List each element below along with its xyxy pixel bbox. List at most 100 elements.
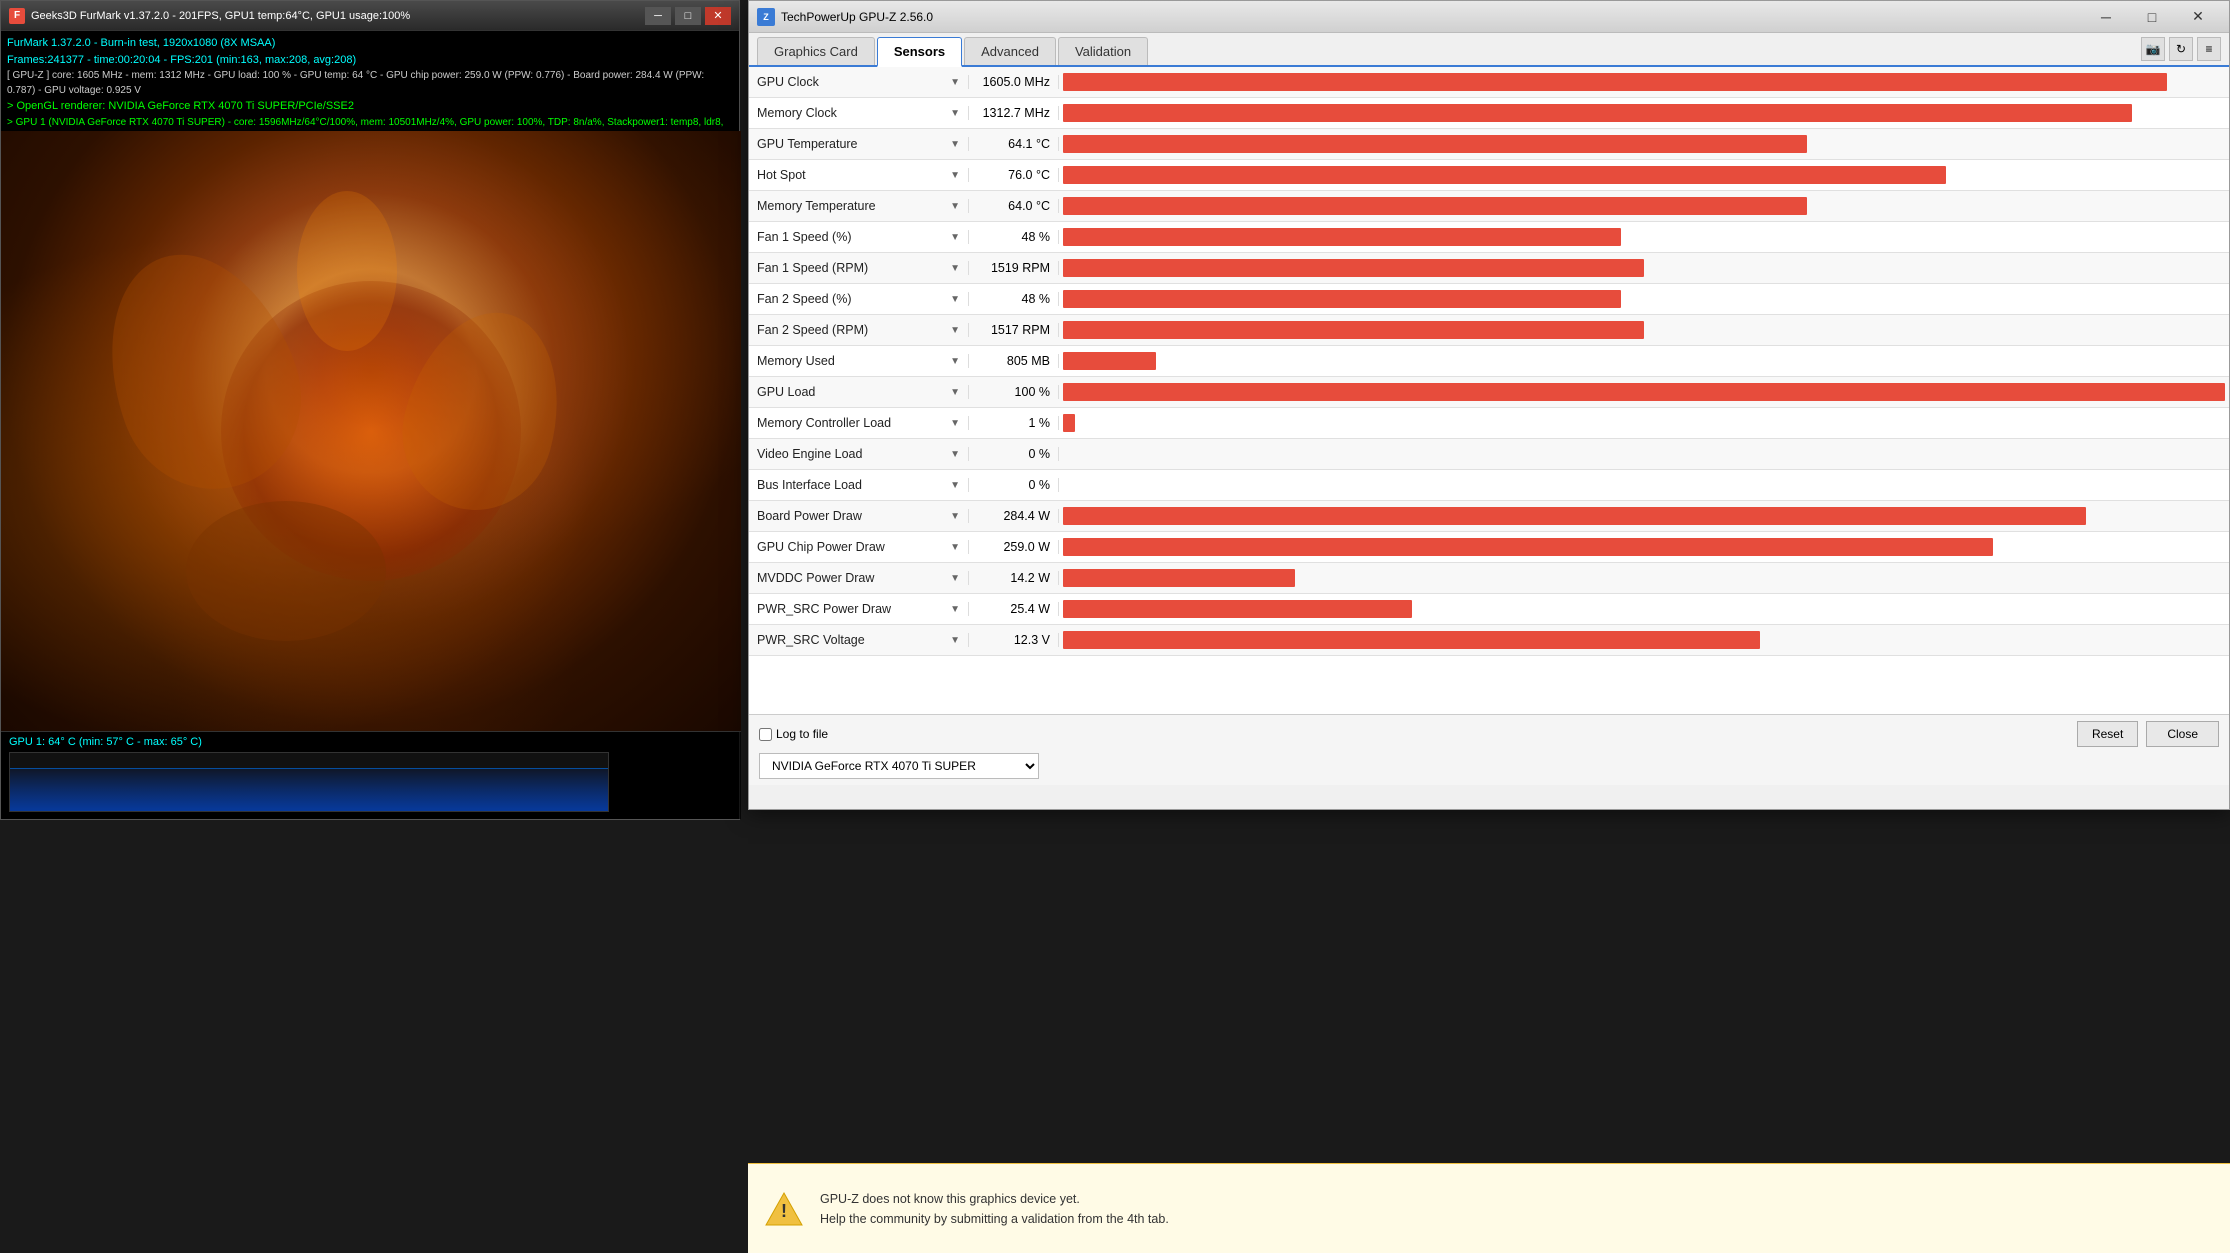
sensor-label: Fan 1 Speed (%)	[757, 230, 852, 244]
sensor-bar-container	[1059, 197, 2229, 215]
sensor-value-cell: 14.2 W	[969, 571, 1059, 585]
sensor-name-cell: Video Engine Load▼	[749, 447, 969, 461]
sensor-value-cell: 64.1 °C	[969, 137, 1059, 151]
sensor-bar	[1063, 383, 2225, 401]
tab-validation[interactable]: Validation	[1058, 37, 1148, 65]
furmark-close-btn[interactable]: ✕	[705, 7, 731, 25]
sensor-dropdown-arrow[interactable]: ▼	[950, 387, 960, 398]
log-checkbox-input[interactable]	[759, 728, 772, 741]
sensor-dropdown-arrow[interactable]: ▼	[950, 263, 960, 274]
sensor-dropdown-arrow[interactable]: ▼	[950, 325, 960, 336]
furmark-maximize-btn[interactable]: □	[675, 7, 701, 25]
sensor-dropdown-arrow[interactable]: ▼	[950, 139, 960, 150]
furmark-titlebar: F Geeks3D FurMark v1.37.2.0 - 201FPS, GP…	[1, 1, 739, 31]
sensor-value-cell: 100 %	[969, 385, 1059, 399]
sensor-bar	[1063, 166, 1946, 184]
sensor-name-cell: Fan 1 Speed (RPM) ▼	[749, 261, 969, 275]
gpu-selector[interactable]: NVIDIA GeForce RTX 4070 Ti SUPER	[759, 753, 1039, 779]
sensor-label: Memory Temperature	[757, 199, 876, 213]
sensor-label: Fan 2 Speed (RPM)	[757, 323, 868, 337]
sensor-dropdown-arrow[interactable]: ▼	[950, 604, 960, 615]
tab-sensors[interactable]: Sensors	[877, 37, 962, 67]
sensor-value-cell: 12.3 V	[969, 633, 1059, 647]
sensor-bar	[1063, 414, 1075, 432]
table-row: Memory Controller Load▼1 %	[749, 408, 2229, 439]
sensor-label: GPU Clock	[757, 75, 819, 89]
sensor-name-cell: Fan 2 Speed (%) ▼	[749, 292, 969, 306]
sensor-dropdown-arrow[interactable]: ▼	[950, 170, 960, 181]
sensor-bar	[1063, 197, 1807, 215]
sensor-label: Fan 2 Speed (%)	[757, 292, 852, 306]
furmark-line-2: Frames:241377 - time:00:20:04 - FPS:201 …	[7, 52, 733, 69]
sensor-name-cell: Bus Interface Load▼	[749, 478, 969, 492]
furmark-line-4: > OpenGL renderer: NVIDIA GeForce RTX 40…	[7, 98, 733, 115]
sensor-bar-container	[1059, 414, 2229, 432]
table-row: GPU Chip Power Draw▼259.0 W	[749, 532, 2229, 563]
sensor-dropdown-arrow[interactable]: ▼	[950, 108, 960, 119]
reset-button[interactable]: Reset	[2077, 721, 2138, 747]
gpuz-tab-bar: Graphics Card Sensors Advanced Validatio…	[749, 33, 2229, 67]
sensor-label: GPU Load	[757, 385, 815, 399]
sensor-name-cell: Memory Used ▼	[749, 354, 969, 368]
sensor-dropdown-arrow[interactable]: ▼	[950, 201, 960, 212]
sensor-label: Hot Spot	[757, 168, 806, 182]
sensor-bar	[1063, 321, 1644, 339]
sensor-dropdown-arrow[interactable]: ▼	[950, 418, 960, 429]
sensor-dropdown-arrow[interactable]: ▼	[950, 480, 960, 491]
temp-graph	[9, 752, 609, 812]
sensor-name-cell: PWR_SRC Power Draw ▼	[749, 602, 969, 616]
sensor-bar	[1063, 290, 1621, 308]
sensor-dropdown-arrow[interactable]: ▼	[950, 356, 960, 367]
sensor-name-cell: GPU Chip Power Draw▼	[749, 540, 969, 554]
sensor-bar-container	[1059, 352, 2229, 370]
table-row: Video Engine Load▼0 %	[749, 439, 2229, 470]
gpuz-close-btn[interactable]: ✕	[2175, 1, 2221, 33]
sensor-label: GPU Temperature	[757, 137, 858, 151]
camera-icon-btn[interactable]: 📷	[2141, 37, 2165, 61]
sensor-value-cell: 48 %	[969, 292, 1059, 306]
sensor-name-cell: Fan 1 Speed (%) ▼	[749, 230, 969, 244]
furmark-minimize-btn[interactable]: ─	[645, 7, 671, 25]
sensor-label: MVDDC Power Draw	[757, 571, 874, 585]
sensor-dropdown-arrow[interactable]: ▼	[950, 449, 960, 460]
gpuz-minimize-btn[interactable]: ─	[2083, 1, 2129, 33]
close-button[interactable]: Close	[2146, 721, 2219, 747]
sensor-label: Fan 1 Speed (RPM)	[757, 261, 868, 275]
table-row: Memory Temperature ▼ 64.0 °C	[749, 191, 2229, 222]
tab-advanced[interactable]: Advanced	[964, 37, 1056, 65]
sensor-dropdown-arrow[interactable]: ▼	[950, 542, 960, 553]
gpu-temp-bar: GPU 1: 64° C (min: 57° C - max: 65° C)	[1, 731, 741, 819]
sensor-value-cell: 1 %	[969, 416, 1059, 430]
sensor-dropdown-arrow[interactable]: ▼	[950, 511, 960, 522]
sensor-value-cell: 284.4 W	[969, 509, 1059, 523]
table-row: Fan 1 Speed (RPM)▼1519 RPM	[749, 253, 2229, 284]
warning-box: ! GPU-Z does not know this graphics devi…	[748, 1163, 2230, 1253]
sensor-bar-container	[1059, 600, 2229, 618]
sensor-value-cell: 259.0 W	[969, 540, 1059, 554]
sensor-name-cell: Hot Spot ▼	[749, 168, 969, 182]
tab-graphics-card[interactable]: Graphics Card	[757, 37, 875, 65]
sensor-dropdown-arrow[interactable]: ▼	[950, 232, 960, 243]
sensor-value-cell: 64.0 °C	[969, 199, 1059, 213]
sensor-bar-container	[1059, 259, 2229, 277]
gpuz-maximize-btn[interactable]: □	[2129, 1, 2175, 33]
sensor-value-cell: 48 %	[969, 230, 1059, 244]
sensor-label: PWR_SRC Power Draw	[757, 602, 891, 616]
sensor-label: Board Power Draw	[757, 509, 862, 523]
refresh-icon-btn[interactable]: ↻	[2169, 37, 2193, 61]
menu-icon-btn[interactable]: ≡	[2197, 37, 2221, 61]
sensors-table: GPU Clock▼1605.0 MHzMemory Clock▼1312.7 …	[749, 67, 2229, 714]
sensor-bar	[1063, 631, 1760, 649]
sensor-name-cell: GPU Load ▼	[749, 385, 969, 399]
sensor-bar	[1063, 507, 2086, 525]
sensor-name-cell: GPU Clock ▼	[749, 75, 969, 89]
table-row: GPU Clock▼1605.0 MHz	[749, 67, 2229, 98]
sensor-dropdown-arrow[interactable]: ▼	[950, 635, 960, 646]
sensor-dropdown-arrow[interactable]: ▼	[950, 294, 960, 305]
sensor-label: Memory Used	[757, 354, 835, 368]
log-to-file-checkbox[interactable]: Log to file	[759, 727, 828, 741]
sensor-bar	[1063, 73, 2167, 91]
sensor-bar	[1063, 104, 2132, 122]
sensor-dropdown-arrow[interactable]: ▼	[950, 573, 960, 584]
sensor-dropdown-arrow[interactable]: ▼	[950, 77, 960, 88]
